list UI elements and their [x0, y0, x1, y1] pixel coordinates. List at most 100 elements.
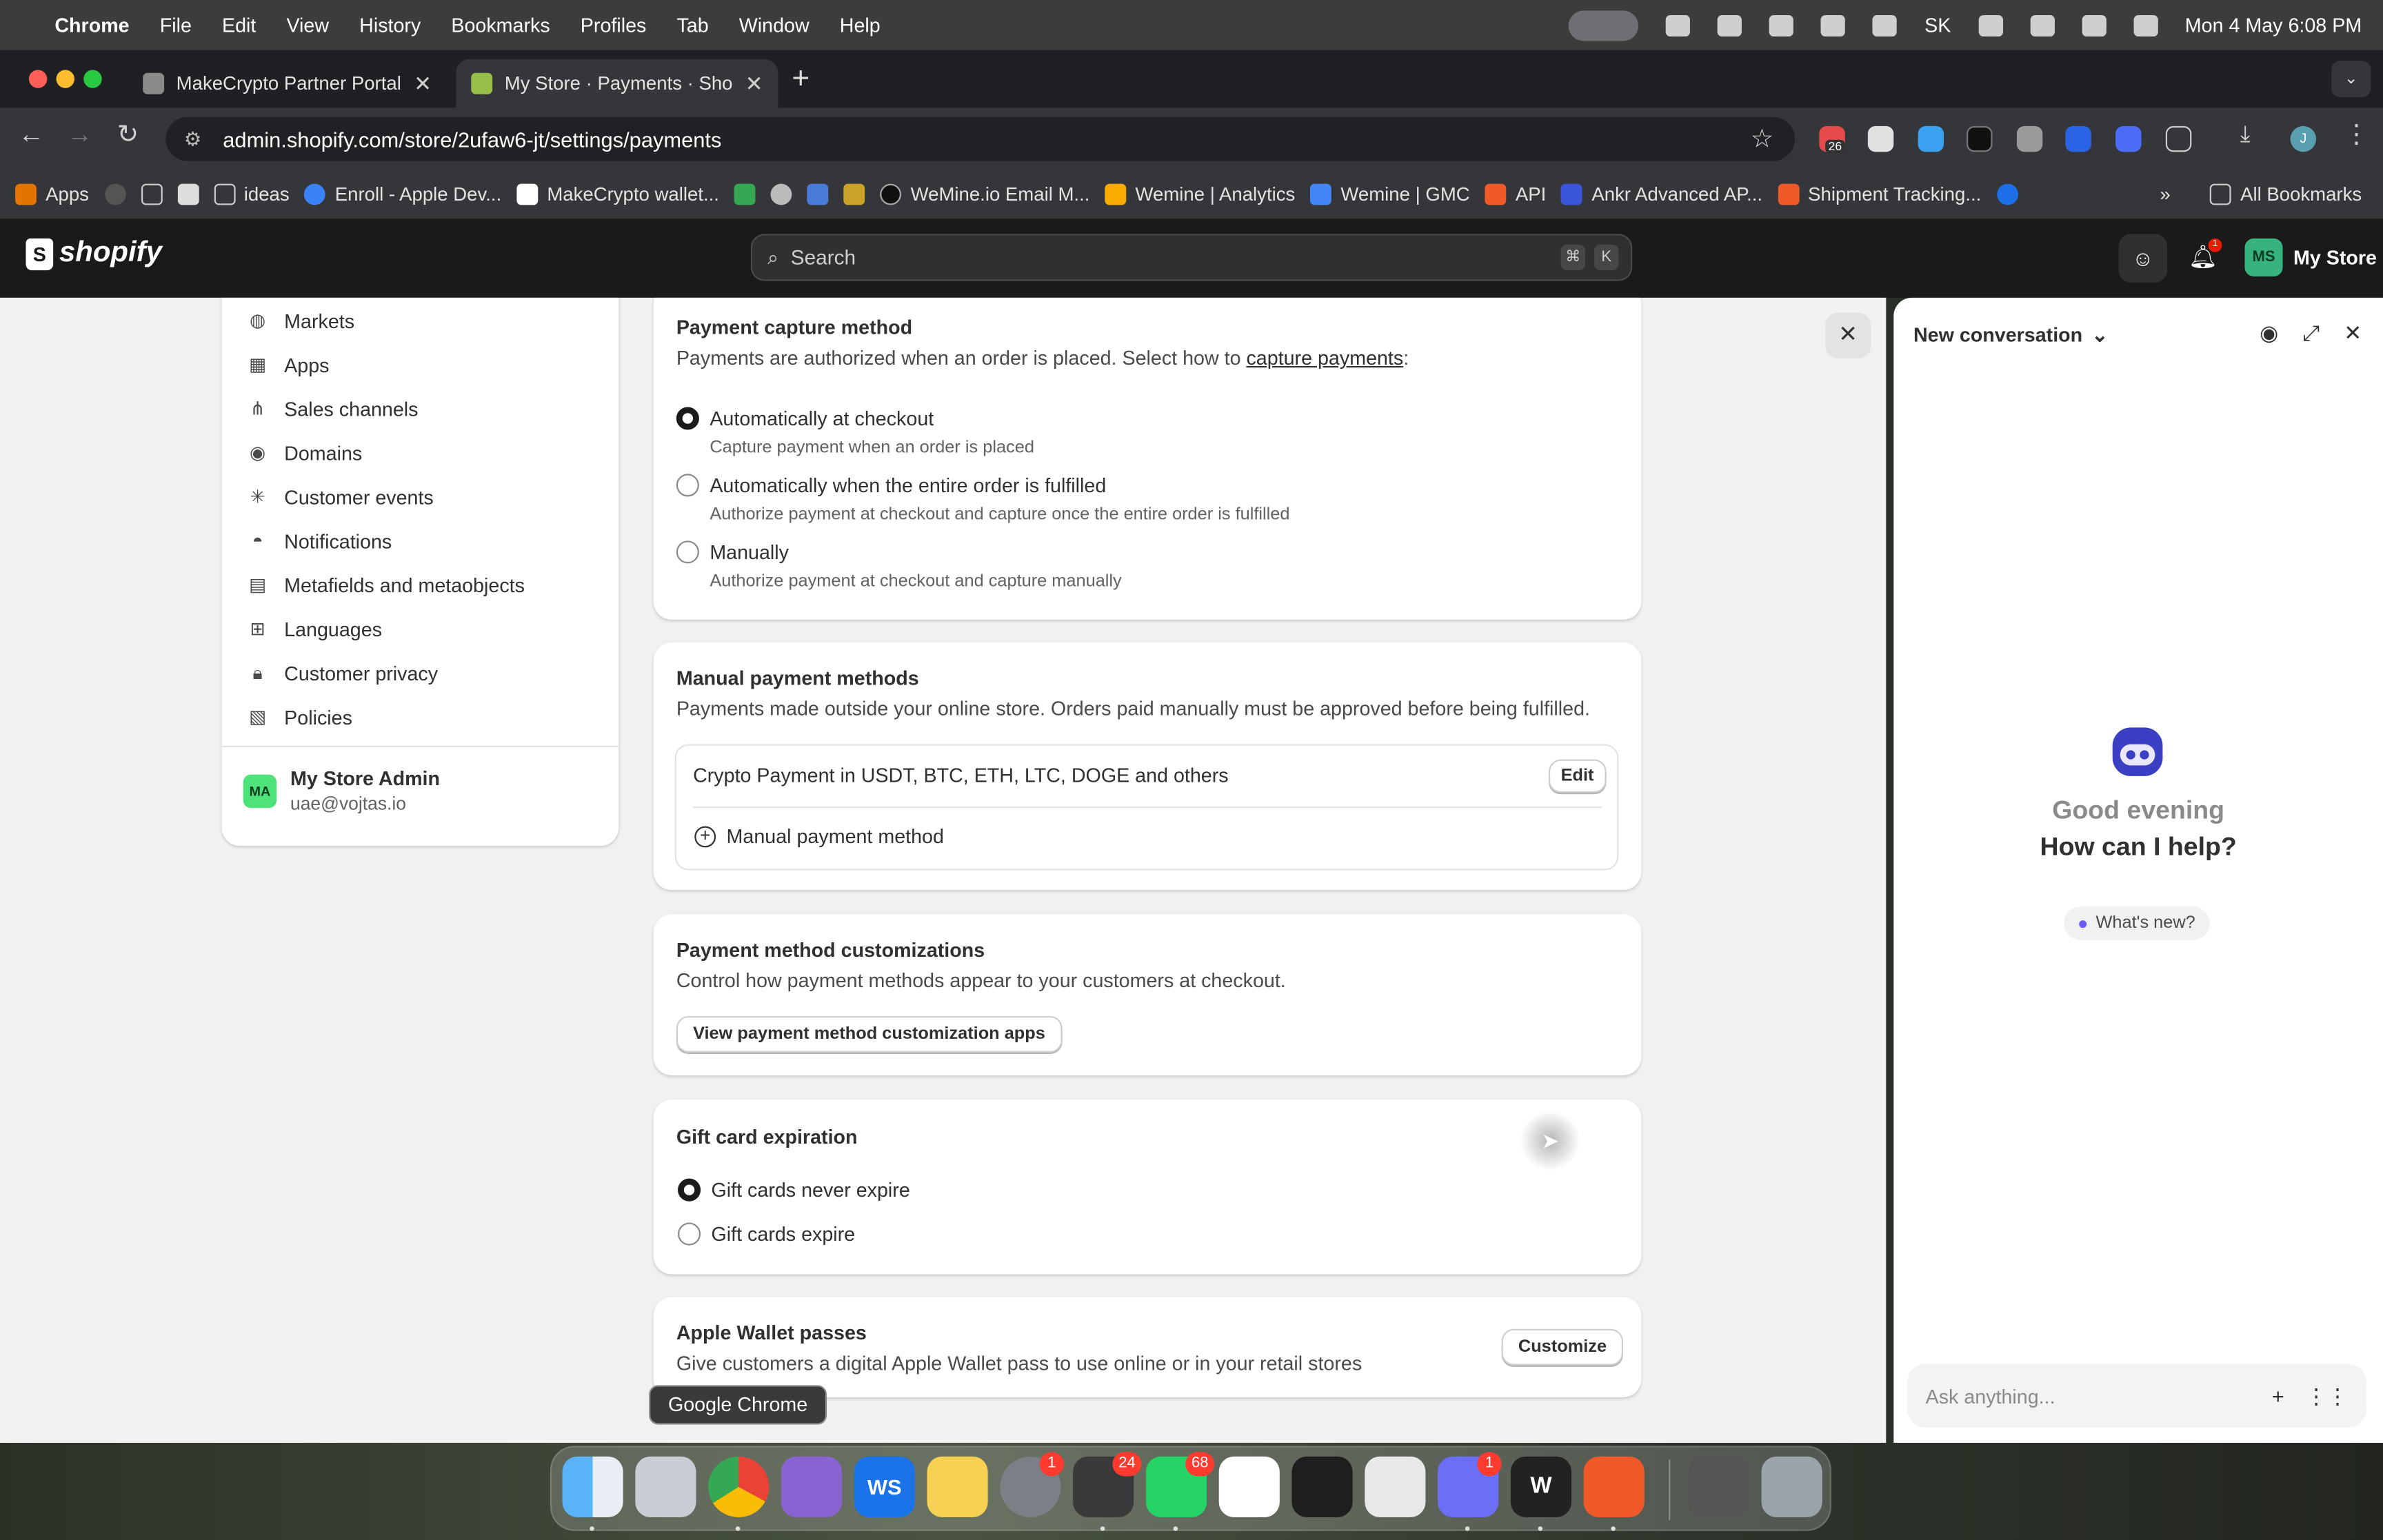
bookmark-icon-only[interactable] [770, 183, 792, 205]
capture-on-fulfilled-radio[interactable] [676, 474, 699, 497]
google-chrome-icon[interactable] [708, 1456, 770, 1517]
extension-icon[interactable] [2065, 125, 2091, 152]
bookmark-enroll-apple[interactable]: Enroll - Apple Dev... [304, 183, 501, 205]
bookmark-wemine-email[interactable]: WeMine.io Email M... [880, 183, 1089, 205]
headphones-icon[interactable] [1873, 14, 1898, 36]
bookmark-icon-only[interactable] [843, 183, 865, 205]
gift-cards-never-expire-radio[interactable] [678, 1178, 701, 1202]
capture-option-label[interactable]: Manually [710, 540, 789, 563]
launchpad-icon[interactable] [635, 1456, 696, 1517]
new-tab-icon[interactable]: + [792, 62, 810, 97]
extension-icon[interactable] [1967, 125, 1993, 152]
window-minimize-button[interactable] [56, 70, 75, 88]
capture-option-label[interactable]: Automatically at checkout [710, 407, 934, 429]
menu-history[interactable]: History [359, 14, 421, 37]
wmk-app-icon[interactable]: W [1510, 1456, 1572, 1517]
status-app-icon[interactable] [1821, 14, 1846, 36]
window-zoom-button[interactable] [83, 70, 102, 88]
capture-payments-link[interactable]: capture payments [1246, 346, 1403, 369]
bookmark-icon-only[interactable] [140, 183, 162, 205]
customize-wallet-button[interactable]: Customize [1501, 1328, 1624, 1366]
bookmark-apps[interactable]: Apps [15, 183, 89, 205]
bookmark-api[interactable]: API [1485, 183, 1546, 205]
menu-profiles[interactable]: Profiles [581, 14, 647, 37]
capture-manual-radio[interactable] [676, 540, 699, 564]
figma-icon[interactable] [1291, 1456, 1353, 1517]
profile-avatar-icon[interactable]: J [2290, 125, 2317, 152]
battery-icon[interactable] [1978, 14, 2003, 36]
search-input[interactable]: ⌕ Search ⌘ K [750, 234, 1633, 281]
all-bookmarks[interactable]: All Bookmarks [2210, 183, 2362, 205]
menu-help[interactable]: Help [840, 14, 881, 37]
bookmark-icon-only[interactable] [1996, 183, 2018, 205]
back-icon[interactable]: ← [18, 120, 43, 150]
menu-bookmarks[interactable]: Bookmarks [451, 14, 550, 37]
bookmark-ideas[interactable]: ideas [213, 183, 290, 205]
finder-icon[interactable] [562, 1456, 623, 1517]
expand-icon[interactable]: ⤢ [2302, 321, 2320, 346]
sidebar-item-languages[interactable]: ⊞ Languages [246, 618, 382, 641]
edit-payment-method-button[interactable]: Edit [1548, 759, 1607, 793]
window-close-button[interactable] [28, 70, 48, 88]
sidebar-item-customer-events[interactable]: ✳ Customer events [246, 486, 434, 509]
sidebar-item-apps[interactable]: ▦ Apps [246, 354, 329, 376]
menu-window[interactable]: Window [739, 14, 810, 37]
github-desktop-icon[interactable] [781, 1456, 843, 1517]
store-admin-profile[interactable]: MA My Store Admin uae@vojtas.io [243, 767, 440, 814]
tab-close-icon[interactable]: ✕ [414, 70, 432, 96]
trash-icon[interactable] [1761, 1456, 1822, 1517]
status-app-icon[interactable] [1769, 14, 1794, 36]
wifi-icon[interactable] [2029, 14, 2055, 36]
close-panel-icon[interactable]: ✕ [2344, 321, 2362, 346]
extension-icon[interactable] [1918, 125, 1944, 152]
sidebar-item-sales-channels[interactable]: ⋔ Sales channels [246, 398, 419, 421]
menu-tab[interactable]: Tab [676, 14, 708, 37]
recent-chrome-window-icon[interactable] [1688, 1456, 1749, 1517]
capture-auto-checkout-radio[interactable] [676, 407, 699, 430]
extension-icon[interactable] [2115, 125, 2142, 152]
menu-edit[interactable]: Edit [222, 14, 256, 37]
bookmark-icon-only[interactable] [734, 183, 756, 205]
tab-search-icon[interactable]: ⌄ [2331, 61, 2371, 98]
sidekick-toggle-button[interactable]: ☺ [2118, 234, 2168, 283]
downloads-icon[interactable]: ⤓ [2240, 121, 2251, 147]
extension-icon[interactable] [2016, 125, 2043, 152]
bookmark-wemine-gmc[interactable]: Wemine | GMC [1310, 183, 1470, 205]
sidebar-item-markets[interactable]: ◍ Markets [246, 310, 354, 332]
giftcard-option-label[interactable]: Gift cards never expire [712, 1179, 910, 1202]
ask-anything-input[interactable]: Ask anything... + ⋮⋮ [1907, 1364, 2366, 1428]
notes-icon[interactable] [927, 1456, 988, 1517]
bookmark-shipment-tracking[interactable]: Shipment Tracking... [1778, 183, 1981, 205]
menubar-clock[interactable]: Mon 4 May 6:08 PM [2185, 14, 2362, 37]
gift-cards-expire-radio[interactable] [678, 1222, 701, 1246]
sidebar-item-domains[interactable]: ◉ Domains [246, 442, 362, 465]
incognito-eye-icon[interactable]: ◉ [2260, 321, 2278, 346]
bookmarks-overflow-icon[interactable]: » [2160, 183, 2170, 204]
tab-close-icon[interactable]: ✕ [745, 70, 763, 96]
reload-icon[interactable]: ↻ [117, 120, 139, 150]
sketch-pen-app-icon[interactable] [1583, 1456, 1645, 1517]
sidebar-item-metafields[interactable]: ▤ Metafields and metaobjects [246, 574, 525, 597]
menu-view[interactable]: View [286, 14, 329, 37]
sidebar-item-notifications[interactable]: ◓ Notifications [246, 530, 392, 553]
view-customization-apps-button[interactable]: View payment method customization apps [676, 1015, 1063, 1053]
giftcard-option-label[interactable]: Gift cards expire [712, 1223, 856, 1246]
sidebar-item-policies[interactable]: ▧ Policies [246, 706, 352, 729]
tab-makecrypto[interactable]: MakeCrypto Partner Portal ✕ [128, 59, 447, 108]
sidebar-item-locations-partial[interactable]: ⌖ [246, 298, 269, 299]
extension-icon[interactable] [1867, 125, 1894, 152]
bookmark-makecrypto-wallet[interactable]: MakeCrypto wallet... [516, 183, 719, 205]
bookmark-wemine-analytics[interactable]: Wemine | Analytics [1105, 183, 1295, 205]
status-app-icon[interactable] [1718, 14, 1742, 36]
screen-recording-icon[interactable] [1569, 10, 1639, 41]
status-app-icon[interactable] [1666, 14, 1691, 36]
bookmark-star-icon[interactable]: ☆ [1751, 124, 1774, 154]
bookmark-icon-only[interactable] [807, 183, 829, 205]
linear-icon[interactable] [1365, 1456, 1426, 1517]
bookmark-ankr[interactable]: Ankr Advanced AP... [1561, 183, 1762, 205]
shopify-logo[interactable]: S shopify [26, 237, 162, 270]
site-info-icon[interactable]: ⚙ [184, 127, 202, 151]
control-center-icon[interactable] [2133, 14, 2158, 36]
menu-file[interactable]: File [160, 14, 192, 37]
bookmark-icon-only[interactable] [177, 183, 199, 205]
